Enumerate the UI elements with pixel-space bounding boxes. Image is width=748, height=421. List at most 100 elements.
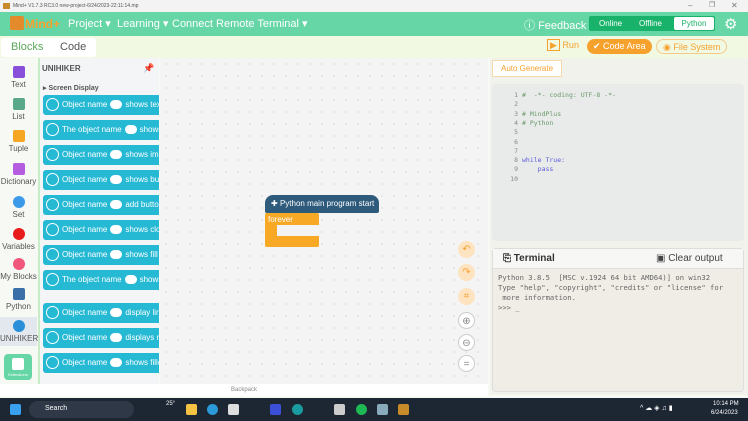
palette-block[interactable]: Object name shows clo <box>43 220 159 240</box>
category-tuple[interactable]: Tuple <box>0 130 37 153</box>
tuple-icon <box>12 130 25 142</box>
taskbar-search[interactable]: Search <box>29 401 134 418</box>
category-label: UNIHIKER <box>0 334 39 343</box>
calculator-icon[interactable] <box>377 404 388 415</box>
tab-auto-generate[interactable]: Auto Generate <box>492 60 563 77</box>
palette-block[interactable]: Object name shows fille <box>43 353 159 373</box>
unihiker-icon <box>46 356 59 369</box>
block-text: shows tex <box>125 100 159 109</box>
palette-block[interactable]: The object name shows <box>43 120 159 140</box>
category-label: Python <box>6 302 31 311</box>
category-unihiker[interactable]: UNIHIKER <box>0 317 39 346</box>
category-label: Set <box>12 210 25 219</box>
category-label: Text <box>11 80 26 89</box>
category-python[interactable]: Python <box>0 288 37 311</box>
category-my-blocks[interactable]: My Blocks <box>0 258 37 281</box>
object-name-input[interactable] <box>110 333 123 343</box>
block-text: Object name <box>62 225 108 234</box>
unihiker-icon <box>46 306 59 319</box>
close-button[interactable]: ✕ <box>731 1 738 10</box>
settings-gear-icon[interactable]: ⚙ <box>724 15 737 33</box>
object-name-input[interactable] <box>110 358 123 368</box>
category-extensions[interactable]: Extensions <box>4 354 32 380</box>
palette-block[interactable]: The object name shows <box>43 270 159 290</box>
palette-block[interactable]: Object name shows fill <box>43 245 159 265</box>
category-text[interactable]: Text <box>0 66 37 89</box>
block-canvas[interactable]: ✚ Python main program start forever ↶ ↷ … <box>160 58 488 384</box>
unihiker-icon <box>12 320 25 332</box>
undo-icon[interactable]: ↶ <box>458 241 475 258</box>
feedback-button[interactable]: ⓘ Feedback <box>524 17 586 33</box>
minimize-button[interactable]: – <box>688 1 692 10</box>
palette-block[interactable]: Object name displays re <box>43 328 159 348</box>
run-button[interactable]: ▶ Run <box>547 39 579 51</box>
weather-widget[interactable]: 25° <box>166 401 175 407</box>
category-list[interactable]: List <box>0 98 37 121</box>
file-explorer-icon[interactable] <box>186 404 197 415</box>
unihiker-icon <box>46 331 59 344</box>
object-name-input[interactable] <box>110 150 123 160</box>
forever-block[interactable]: forever <box>265 213 319 247</box>
category-variables[interactable]: Variables <box>0 228 37 251</box>
object-name-input[interactable] <box>110 200 123 210</box>
clock-date[interactable]: 6/24/2023 <box>711 410 738 416</box>
category-set[interactable]: Set <box>0 196 37 219</box>
block-text: shows fille <box>125 358 159 367</box>
palette-block[interactable]: Object name shows bui <box>43 170 159 190</box>
tab-code[interactable]: Code <box>50 38 97 57</box>
terminal-output[interactable]: Python 3.8.5 [MSC v.1924 64 bit AMD64)] … <box>493 269 743 317</box>
code-area-button[interactable]: ✔ Code Area <box>587 39 652 54</box>
backpack-bar[interactable]: Backpack <box>0 384 488 396</box>
mode-online[interactable]: Online <box>599 19 622 28</box>
section-screen-display[interactable]: ▸ Screen Display <box>43 84 99 92</box>
spotify-icon[interactable] <box>356 404 367 415</box>
palette-block[interactable]: Object name shows ima <box>43 145 159 165</box>
block-text: Object name <box>62 175 108 184</box>
mind-plus-app-icon[interactable] <box>398 404 409 415</box>
menu-learning[interactable]: Learning ▾ <box>117 17 168 30</box>
code-editor[interactable]: 1 # -*- coding: UTF-8 -*- 2 3 # MindPlus 4 # P… <box>492 84 744 241</box>
mode-python[interactable]: Python <box>674 17 714 30</box>
unihiker-icon <box>46 248 59 261</box>
block-text: add butto <box>125 200 159 209</box>
object-name-input[interactable] <box>110 250 123 260</box>
palette-block[interactable]: Object name add butto <box>43 195 159 215</box>
tab-blocks[interactable]: Blocks <box>1 38 54 57</box>
store-icon[interactable] <box>228 404 239 415</box>
app-icon[interactable] <box>270 404 281 415</box>
object-name-input[interactable] <box>110 100 123 110</box>
reset-zoom-icon[interactable]: = <box>458 355 475 372</box>
zoom-out-icon[interactable]: ⊖ <box>458 334 475 351</box>
object-name-input[interactable] <box>110 225 123 235</box>
mind-plus-logo-icon <box>10 16 24 30</box>
palette-block[interactable]: Object name shows tex <box>43 95 159 115</box>
windows-start-icon[interactable] <box>10 404 21 415</box>
palette-block[interactable]: Object name display lin <box>43 303 159 323</box>
line-number: 7 <box>514 146 518 155</box>
category-dictionary[interactable]: Dictionary <box>0 163 37 186</box>
object-name-input[interactable] <box>124 275 137 285</box>
redo-icon[interactable]: ↷ <box>458 264 475 281</box>
zoom-in-icon[interactable]: ⊕ <box>458 312 475 329</box>
file-system-button[interactable]: ◉ File System <box>656 39 728 54</box>
pin-icon[interactable]: 📌 <box>143 63 154 74</box>
object-name-input[interactable] <box>110 175 123 185</box>
terminal-panel: ⎘ Terminal ▣ Clear output Python 3.8.5 [… <box>492 248 744 392</box>
menu-project[interactable]: Project ▾ <box>68 17 111 30</box>
object-name-input[interactable] <box>110 308 123 318</box>
maximize-button[interactable]: ❐ <box>709 1 715 9</box>
code-line: # -*- coding: UTF-8 -*- <box>522 91 616 99</box>
crop-icon[interactable]: ⌗ <box>458 288 475 305</box>
mind-plus-taskbar-icon[interactable] <box>334 404 345 415</box>
edge-icon[interactable] <box>207 404 218 415</box>
object-name-input[interactable] <box>124 125 137 135</box>
python-main-start-block[interactable]: ✚ Python main program start <box>265 195 379 213</box>
mode-offline[interactable]: Offline <box>639 19 662 28</box>
clock-time[interactable]: 10:14 PM <box>713 401 739 407</box>
arduino-icon[interactable] <box>292 404 303 415</box>
help-icon: ⓘ <box>524 20 535 32</box>
menu-connect-remote-terminal[interactable]: Connect Remote Terminal ▾ <box>172 17 308 30</box>
system-tray-icons[interactable]: ^ ☁ ◈ ♫ ▮ <box>640 404 673 412</box>
category-label: Dictionary <box>0 177 37 186</box>
clear-output-button[interactable]: ▣ Clear output <box>656 253 723 264</box>
